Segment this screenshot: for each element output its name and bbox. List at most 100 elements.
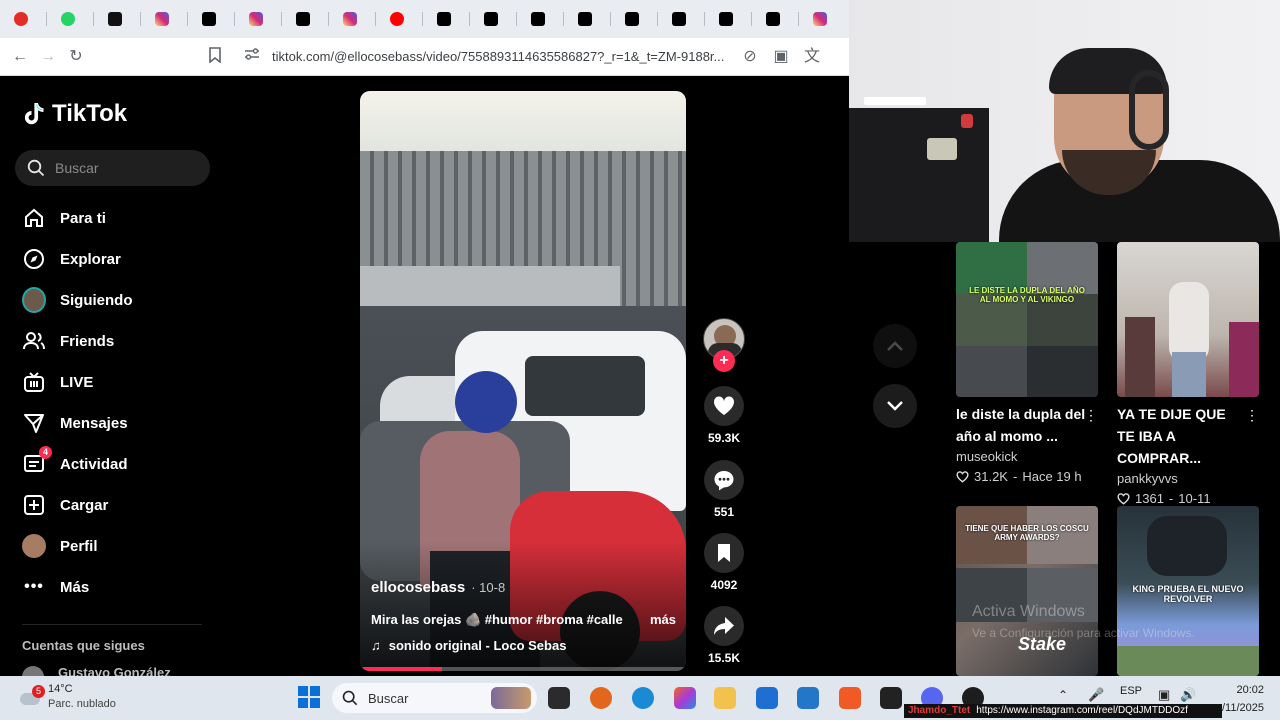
nav-item-cargar[interactable]: Cargar: [22, 493, 108, 517]
browser-tab[interactable]: [11, 9, 31, 29]
follow-plus-button[interactable]: +: [713, 350, 735, 372]
bookmark-icon[interactable]: [704, 533, 744, 573]
video-author-name[interactable]: ellocosebass: [371, 579, 465, 596]
caption-more-button[interactable]: más: [650, 612, 676, 627]
browser-tab[interactable]: [575, 9, 595, 29]
share-icon[interactable]: [704, 606, 744, 646]
recommended-time: Hace 19 h: [1022, 469, 1082, 484]
recommended-thumbnail[interactable]: TIENE QUE HABER LOS COSCU ARMY AWARDS? S…: [956, 506, 1098, 676]
browser-tab[interactable]: [434, 9, 454, 29]
card-menu-icon[interactable]: ⋮: [1245, 407, 1259, 424]
copilot-icon[interactable]: [674, 687, 696, 709]
browser-tab[interactable]: [763, 9, 783, 29]
url-field[interactable]: tiktok.com/@ellocosebass/video/755889311…: [272, 49, 732, 64]
tray-expand-icon[interactable]: ⌃: [1058, 688, 1068, 702]
back-icon[interactable]: ←: [10, 47, 30, 67]
firefox-icon[interactable]: [590, 687, 612, 709]
weather-widget[interactable]: 5 14°C Parc. nublado: [20, 682, 116, 712]
tab-separator: [375, 12, 376, 26]
home-icon: [22, 206, 46, 230]
nav-item-explorar[interactable]: Explorar: [22, 247, 121, 271]
recommended-likes: 31.2K: [974, 469, 1008, 484]
taskbar-search-input[interactable]: Buscar: [332, 683, 537, 713]
brave-icon[interactable]: [839, 687, 861, 709]
nav-item-para-ti[interactable]: Para ti: [22, 206, 106, 230]
bookmark-icon[interactable]: [205, 47, 225, 67]
nav-item-mas[interactable]: ••• Más: [22, 575, 89, 599]
sticky-app-icon[interactable]: [880, 687, 902, 709]
recommended-author[interactable]: museokick: [956, 449, 1098, 464]
nav-item-siguiendo[interactable]: Siguiendo: [22, 287, 133, 313]
video-progress-bar[interactable]: [360, 667, 686, 671]
recommended-author[interactable]: pankkyvvs: [1117, 471, 1259, 486]
recommended-card[interactable]: KING PRUEBA EL NUEVO REVOLVER: [1117, 506, 1259, 676]
forward-icon[interactable]: →: [38, 47, 58, 67]
edge-icon[interactable]: [632, 687, 654, 709]
nav-item-mensajes[interactable]: Mensajes: [22, 411, 128, 435]
clock-time[interactable]: 20:02: [1228, 684, 1264, 696]
share-action[interactable]: 15.5K: [702, 606, 746, 665]
recommended-thumbnail[interactable]: LE DISTE LA DUPLA DEL AÑO AL MOMO Y AL V…: [956, 242, 1098, 397]
comment-action[interactable]: 551: [702, 460, 746, 519]
tiktok-note-icon: [24, 103, 44, 125]
nav-item-actividad[interactable]: 4 Actividad: [22, 446, 128, 476]
nav-item-friends[interactable]: Friends: [22, 329, 114, 353]
video-player[interactable]: ellocosebass · 10-8 Mira las orejas 🪨 #hu…: [360, 91, 686, 671]
browser-tab[interactable]: [481, 9, 501, 29]
recommended-stats: 1361 - 10-11: [1117, 491, 1259, 506]
site-settings-icon[interactable]: [242, 47, 262, 67]
browser-tab[interactable]: [716, 9, 736, 29]
previous-video-button[interactable]: [873, 324, 917, 368]
browser-tab[interactable]: [199, 9, 219, 29]
nav-item-perfil[interactable]: Perfil: [22, 534, 98, 558]
translate-icon[interactable]: 文: [802, 47, 822, 67]
browser-tab[interactable]: [152, 9, 172, 29]
instagram-icon: [249, 12, 263, 26]
microphone-icon[interactable]: 🎤: [1088, 687, 1104, 703]
heart-icon[interactable]: [704, 386, 744, 426]
recommended-card[interactable]: LE DISTE LA DUPLA DEL AÑO AL MOMO Y AL V…: [956, 242, 1098, 484]
task-view-icon[interactable]: [548, 687, 570, 709]
recommended-card[interactable]: TIENE QUE HABER LOS COSCU ARMY AWARDS? S…: [956, 506, 1098, 676]
microsoft-store-icon[interactable]: [756, 687, 778, 709]
windows-start-icon[interactable]: [298, 686, 320, 708]
file-explorer-icon[interactable]: [714, 687, 736, 709]
browser-tab[interactable]: [340, 9, 360, 29]
network-icon[interactable]: ▣: [1158, 687, 1170, 703]
following-avatar-icon: [22, 287, 46, 313]
browser-tab[interactable]: [810, 9, 830, 29]
tiktok-icon: [719, 12, 733, 26]
like-action[interactable]: 59.3K: [702, 386, 746, 445]
cast-icon[interactable]: ▣: [771, 47, 791, 67]
volume-icon[interactable]: 🔊: [1180, 687, 1196, 703]
save-action[interactable]: 4092: [702, 533, 746, 592]
nav-item-live[interactable]: LIVE: [22, 370, 93, 394]
browser-tab[interactable]: [528, 9, 548, 29]
recommended-thumbnail[interactable]: [1117, 242, 1259, 397]
tiktok-search-input[interactable]: Buscar: [15, 150, 210, 186]
browser-tab[interactable]: [622, 9, 642, 29]
browser-tab[interactable]: [387, 9, 407, 29]
recommended-thumbnail[interactable]: KING PRUEBA EL NUEVO REVOLVER: [1117, 506, 1259, 676]
browser-tab[interactable]: [669, 9, 689, 29]
video-sound[interactable]: ♫ sonido original - Loco Sebas: [371, 638, 566, 653]
card-menu-icon[interactable]: ⋮: [1084, 407, 1098, 424]
reload-icon[interactable]: ↻: [66, 47, 86, 67]
comment-icon[interactable]: [704, 460, 744, 500]
recommended-title[interactable]: YA TE DIJE QUE TE IBA A COMPRAR...: [1117, 403, 1247, 469]
browser-tab[interactable]: [105, 9, 125, 29]
keyboard-language[interactable]: ESP: [1120, 685, 1142, 697]
next-video-button[interactable]: [873, 384, 917, 428]
video-author[interactable]: ellocosebass · 10-8: [371, 579, 505, 596]
browser-tab[interactable]: [58, 9, 78, 29]
overlay-link: https://www.instagram.com/reel/DQdJMTDDO…: [976, 705, 1188, 716]
screen: ← → ↻ tiktok.com/@ellocosebass/video/755…: [0, 0, 1280, 720]
recommended-title[interactable]: le diste la dupla del año al momo ...: [956, 403, 1086, 447]
no-tracking-icon[interactable]: ⊘: [740, 47, 760, 67]
tiktok-logo[interactable]: TikTok: [22, 100, 127, 128]
browser-tab[interactable]: [246, 9, 266, 29]
recommended-card[interactable]: ⋮ YA TE DIJE QUE TE IBA A COMPRAR... pan…: [1117, 242, 1259, 506]
outlook-icon[interactable]: [797, 687, 819, 709]
tab-separator: [46, 12, 47, 26]
browser-tab[interactable]: [293, 9, 313, 29]
